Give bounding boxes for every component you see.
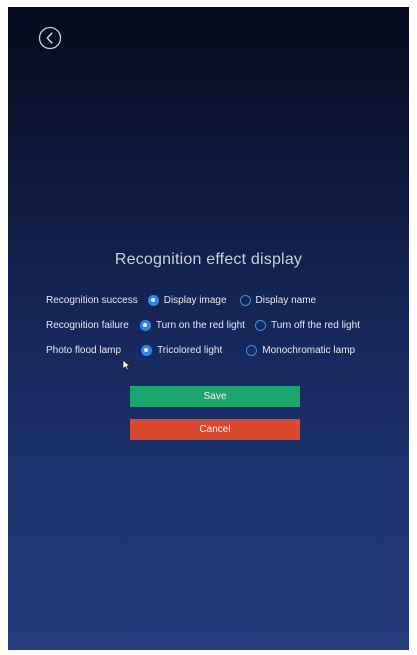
page-title: Recognition effect display — [114, 251, 303, 268]
radio-checked-icon — [147, 294, 159, 306]
radio-checked-icon — [139, 319, 151, 331]
recognition-success-row: Recognition success Display image Displa… — [46, 292, 316, 308]
recognition-failure-row: Recognition failure Turn on the red ligh… — [46, 317, 360, 333]
radio-turn-off-red-light[interactable]: Turn off the red light — [254, 319, 360, 331]
radio-label: Turn on the red light — [155, 319, 245, 331]
radio-monochromatic-lamp[interactable]: Monochromatic lamp — [246, 344, 356, 356]
save-button[interactable]: Save — [130, 386, 300, 407]
cancel-button[interactable]: Cancel — [130, 419, 300, 440]
radio-turn-on-red-light[interactable]: Turn on the red light — [139, 319, 245, 331]
recognition-failure-label: Recognition failure — [46, 319, 129, 331]
screen: Recognition effect display Recognition s… — [8, 7, 409, 650]
mouse-pointer-icon — [122, 358, 132, 371]
radio-checked-icon — [141, 344, 153, 356]
radio-label: Display image — [163, 294, 227, 306]
radio-label: Turn off the red light — [270, 319, 360, 331]
radio-display-image[interactable]: Display image — [147, 294, 227, 306]
recognition-success-label: Recognition success — [46, 294, 138, 306]
radio-display-name[interactable]: Display name — [239, 294, 317, 306]
radio-label: Monochromatic lamp — [262, 344, 356, 356]
radio-unchecked-icon — [254, 319, 266, 331]
radio-unchecked-icon — [246, 344, 258, 356]
radio-label: Display name — [255, 294, 317, 306]
photo-flood-lamp-label: Photo flood lamp — [46, 344, 122, 356]
chevron-left-circle-icon — [38, 26, 62, 50]
radio-unchecked-icon — [239, 294, 251, 306]
radio-tricolored-light[interactable]: Tricolored light — [141, 344, 223, 356]
photo-flood-lamp-row: Photo flood lamp Tricolored light Monoch… — [46, 342, 355, 358]
back-button[interactable] — [38, 26, 62, 50]
radio-label: Tricolored light — [157, 344, 223, 356]
